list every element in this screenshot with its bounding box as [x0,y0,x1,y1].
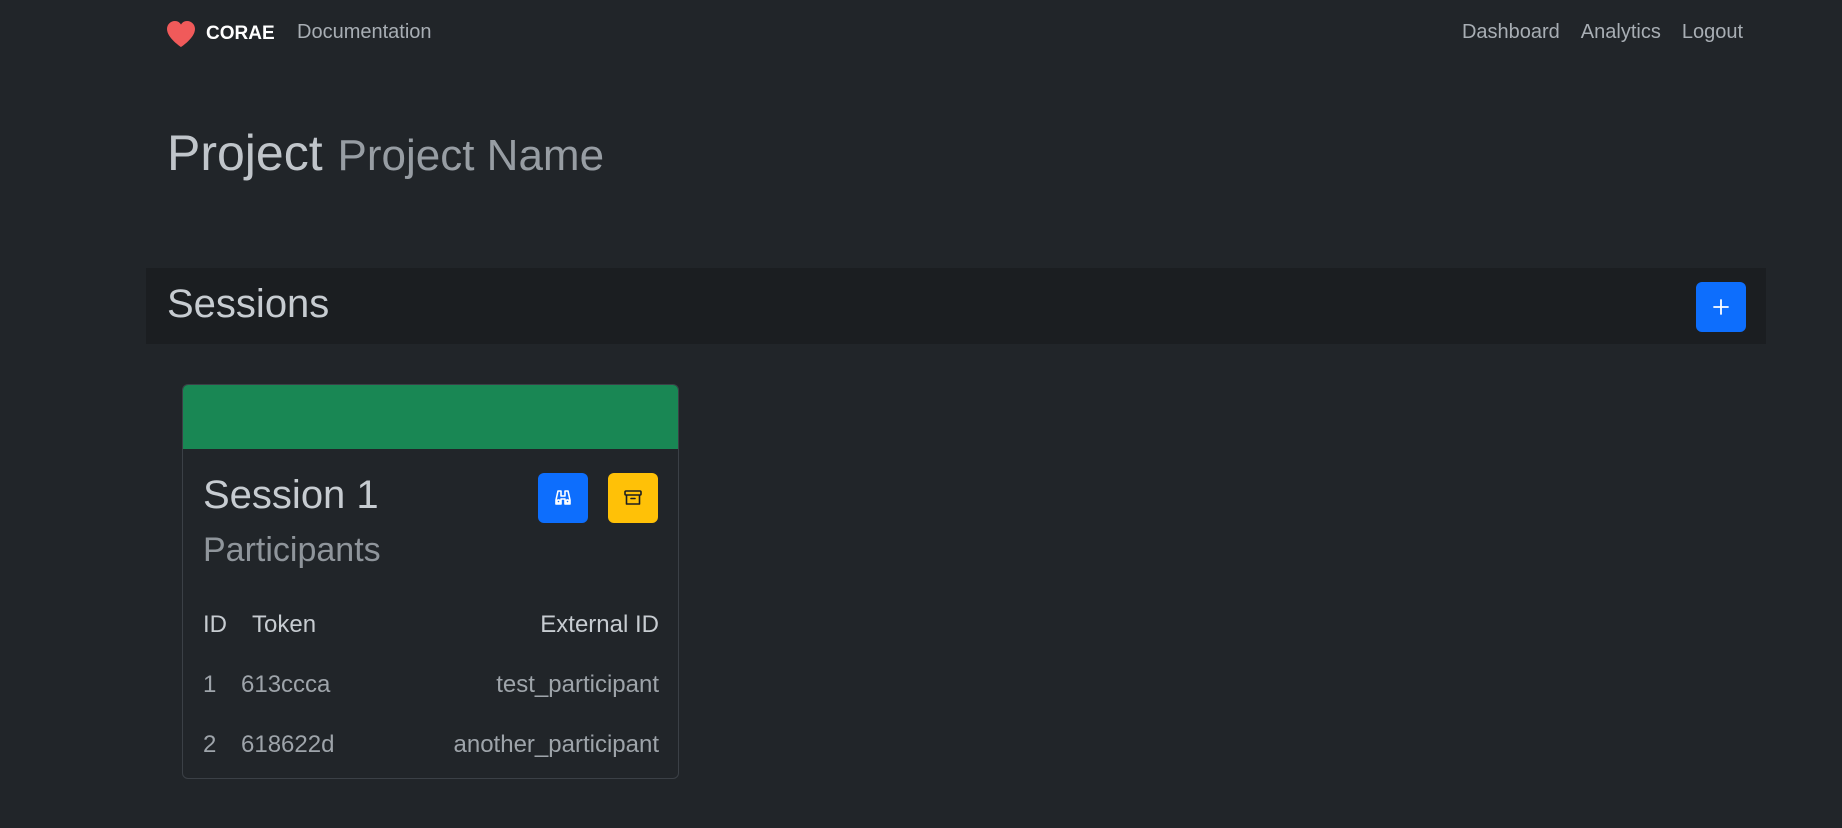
table-row: 1 613ccca test_participant [203,659,659,719]
project-name: Project Name [337,131,605,180]
nav-link-analytics[interactable]: Analytics [1581,21,1661,44]
plus-icon [1712,298,1730,316]
column-header-token: Token [252,611,317,638]
nav-right-links: Dashboard Analytics Logout [1462,21,1743,44]
project-label: Project [167,125,323,181]
sessions-title: Sessions [167,282,330,326]
navbar: CORAE Documentation Dashboard Analytics … [0,0,1842,68]
table-row: 2 618622d another_participant [203,719,659,778]
nav-link-logout[interactable]: Logout [1682,21,1743,44]
column-header-external-id: External ID [540,611,659,638]
binoculars-icon [553,488,573,508]
column-header-id: ID [203,611,227,638]
heart-icon [166,20,196,48]
table-header-row: ID Token External ID [203,599,659,659]
add-session-button[interactable] [1696,282,1746,332]
archive-session-button[interactable] [608,473,658,523]
session-card: Session 1 Participants ID Token External… [182,384,679,779]
view-session-button[interactable] [538,473,588,523]
brand-name: CORAE [206,23,275,44]
nav-link-documentation[interactable]: Documentation [297,21,432,44]
archive-icon [623,488,643,508]
session-title: Session 1 [203,473,379,517]
participants-heading: Participants [203,531,381,569]
participant-external-id: another_participant [453,731,659,758]
nav-link-dashboard[interactable]: Dashboard [1462,21,1560,44]
participants-table: ID Token External ID 1 613ccca test_part… [203,599,659,778]
brand-link[interactable]: CORAE [166,20,275,48]
participant-id: 1 [203,671,217,698]
session-card-header [183,385,678,449]
page-title: Project Project Name [167,128,604,178]
participant-external-id: test_participant [496,671,659,698]
participant-id: 2 [203,731,217,758]
participant-token: 613ccca [241,671,331,698]
sessions-header: Sessions [146,268,1766,344]
participant-token: 618622d [241,731,335,758]
